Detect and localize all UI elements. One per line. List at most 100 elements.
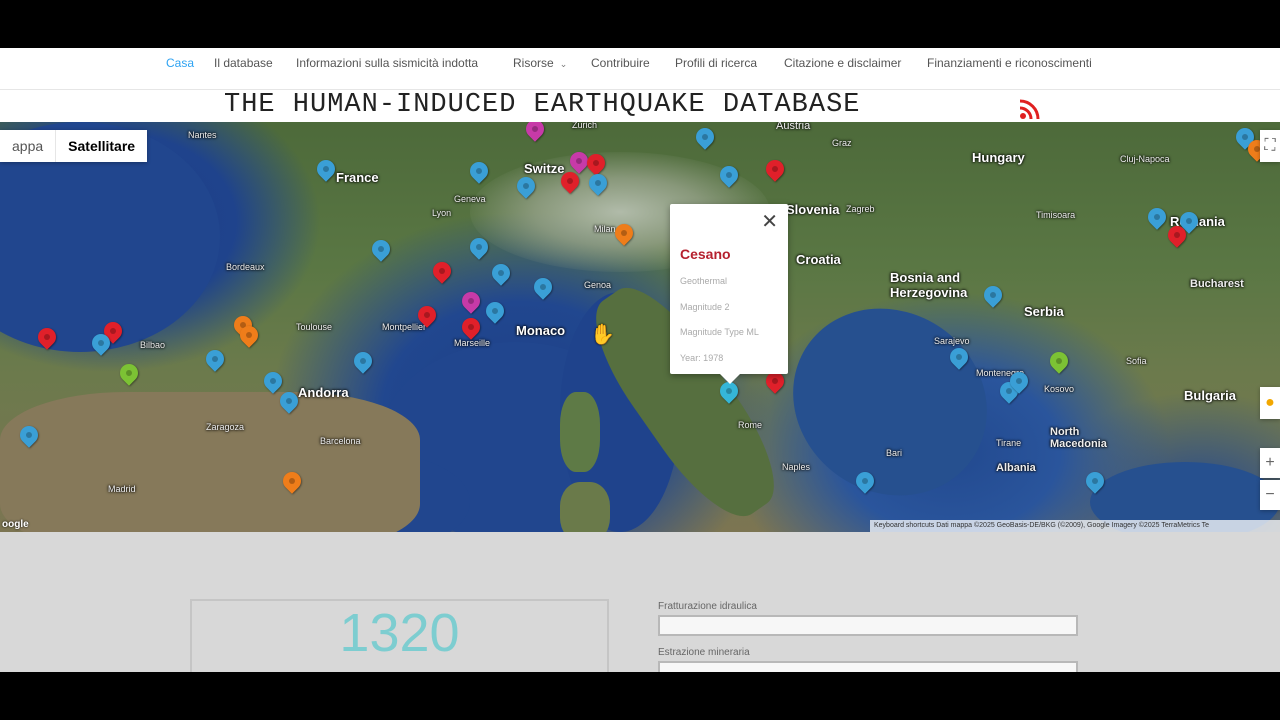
site-header: THE HUMAN-INDUCED EARTHQUAKE DATABASE [0,90,1280,122]
map-label-city: Geneva [454,194,486,204]
nav-item-sismicita[interactable]: Informazioni sulla sismicità indotta [296,56,478,70]
map-label-country: Albania [996,462,1036,474]
map-marker[interactable] [482,298,508,324]
map-label-city: Tirane [996,438,1022,448]
map-label-country: Slovenia [786,202,840,217]
map-type-satellite[interactable]: Satellitare [55,130,147,162]
web-page: Casa Il database Informazioni sulla sism… [0,48,1280,672]
map-marker[interactable] [202,346,228,372]
hand-cursor-icon: ✋ [590,324,615,346]
map-type-control: appa Satellitare [0,130,148,162]
nav-item-database[interactable]: Il database [214,56,273,70]
map-marker[interactable] [368,236,394,262]
nav-item-finanziamenti[interactable]: Finanziamenti e riconoscimenti [927,56,1092,70]
map-label-city: Sofia [1126,356,1147,366]
rss-icon[interactable] [1019,98,1041,120]
map-label-city: Lyon [432,208,452,218]
event-count: 1320 [339,603,460,663]
adriatic-sea [756,270,1024,532]
earthquake-map[interactable]: appa Satellitare France Switze Austria H… [0,122,1280,532]
popup-year: Year: 1978 [680,353,724,363]
map-marker[interactable] [458,288,484,314]
map-label-country: France [336,170,379,185]
map-label-country: Switze [524,161,565,176]
zoom-out-button[interactable]: − [1260,480,1280,510]
popup-title: Cesano [680,246,731,262]
filter-field-hydraulic[interactable] [658,615,1078,636]
map-marker[interactable] [116,360,142,386]
nav-item-risorse[interactable]: Risorse ⌄ [513,56,567,70]
map-label-city: Genoa [584,280,612,290]
letterbox-top [0,0,1280,48]
map-label-city: Zaragoza [206,422,245,432]
map-label-city: Toulouse [296,322,333,332]
map-label-city: Montpellier [382,322,427,332]
map-attribution[interactable]: Keyboard shortcuts Dati mappa ©2025 GeoB… [870,520,1280,532]
map-marker[interactable] [260,368,286,394]
filter-field-mining[interactable] [658,661,1078,672]
site-title[interactable]: THE HUMAN-INDUCED EARTHQUAKE DATABASE [224,90,861,120]
map-marker[interactable] [488,260,514,286]
map-label-country: Bosnia and Herzegovina [890,270,968,300]
map-label-city: Zagreb [846,204,875,214]
map-label-country: Austria [776,122,811,132]
map-label-city: Bari [886,448,903,458]
sardinia [560,482,610,532]
map-label-country: Hungary [972,150,1025,165]
map-label-city: Milan [594,224,616,234]
main-navigation: Casa Il database Informazioni sulla sism… [0,48,1280,90]
popup-magnitude: Magnitude 2 [680,302,730,312]
nav-item-profili[interactable]: Profili di ricerca [675,56,757,70]
map-type-map[interactable]: appa [0,130,55,162]
map-label-country: Monaco [516,323,566,338]
pegman-icon: ● [1265,394,1275,411]
map-label-city: Bilbao [140,340,166,350]
street-view-pegman[interactable]: ● [1260,387,1280,419]
map-marker[interactable] [980,282,1006,308]
map-marker[interactable] [1046,348,1072,374]
map-label-city: Sarajevo [934,336,970,346]
map-label-city: Bordeaux [226,262,265,272]
filter-label-mining: Estrazione mineraria [658,647,750,658]
map-label-city: Graz [832,138,852,148]
chevron-down-icon: ⌄ [559,59,568,69]
map-label-country: Andorra [298,385,349,400]
fullscreen-button[interactable]: ⛶ [1260,130,1280,162]
map-label-city: Cluj-Napoca [1120,154,1170,164]
map-label-country: Croatia [796,252,841,267]
iberia-landmass [0,392,420,532]
event-counter: 1320 [190,599,609,672]
info-window: ✕ Cesano Geothermal Magnitude 2 Magnitud… [670,204,788,384]
map-label-city: Naples [782,462,811,472]
map-marker[interactable] [1144,204,1170,230]
map-label-city: Rome [738,420,763,430]
zoom-in-button[interactable]: + [1260,448,1280,478]
map-label-city: Nantes [188,130,217,140]
map-marker[interactable] [313,156,339,182]
nav-item-citazione[interactable]: Citazione e disclaimer [784,56,901,70]
map-marker[interactable] [458,314,484,340]
map-marker[interactable] [692,124,718,150]
video-frame: Casa Il database Informazioni sulla sism… [0,0,1280,720]
letterbox-bottom [0,672,1280,720]
popup-type: Geothermal [680,276,728,286]
map-marker[interactable] [522,122,548,142]
nav-item-risorse-label: Risorse [513,56,554,70]
corsica [560,392,600,472]
map-label-country: Kosovo [1044,384,1075,394]
map-label-country: North Macedonia [1050,426,1107,450]
map-label-country: Bulgaria [1184,388,1237,403]
map-marker[interactable] [466,158,492,184]
map-marker[interactable] [530,274,556,300]
popup-magnitude-type: Magnitude Type ML [680,327,759,337]
map-label-country: Serbia [1024,304,1064,319]
map-marker[interactable] [350,348,376,374]
close-icon[interactable]: ✕ [761,212,778,232]
map-marker[interactable] [762,156,788,182]
map-marker[interactable] [429,258,455,284]
nav-item-casa[interactable]: Casa [166,56,194,70]
map-label-city: Marseille [454,338,491,348]
google-logo: oogle [2,519,29,530]
nav-item-contribuire[interactable]: Contribuire [591,56,650,70]
map-label-city: Barcelona [320,436,361,446]
